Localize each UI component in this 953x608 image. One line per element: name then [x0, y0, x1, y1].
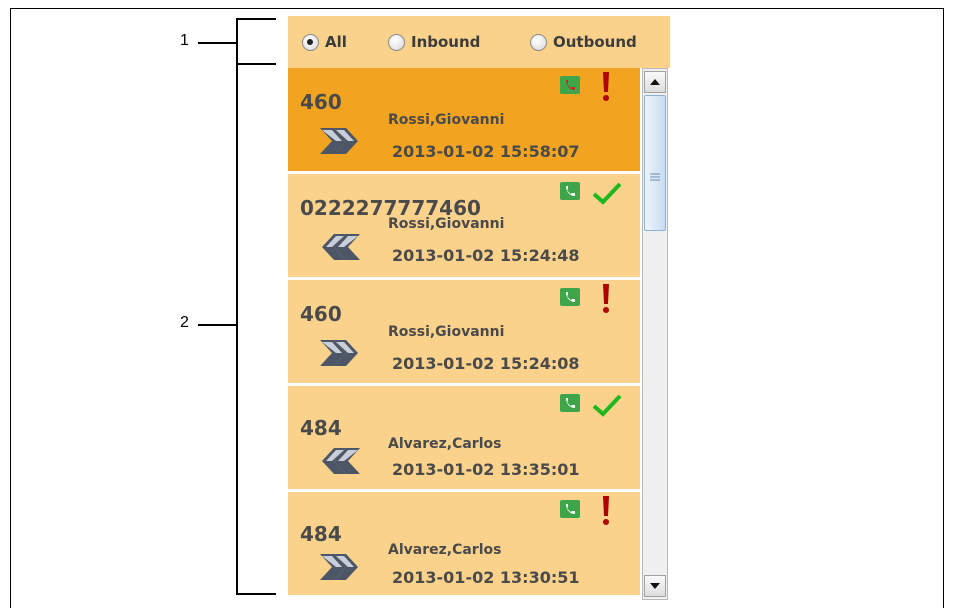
call-number: 484: [300, 416, 342, 440]
chevron-down-icon: [650, 583, 660, 589]
caller-name: Alvarez,Carlos: [388, 436, 502, 452]
grip-icon: [650, 173, 660, 181]
direction-filter-bar: All Inbound Outbound: [288, 16, 670, 68]
radio-checked-icon: [302, 33, 319, 51]
filter-all-radio[interactable]: All: [302, 33, 347, 51]
chevron-up-icon: [650, 79, 660, 85]
callout-bracket-1-top: [236, 18, 276, 20]
callout-bracket-1-bottom: [236, 63, 276, 65]
exclamation-icon: [603, 496, 609, 525]
filter-inbound-radio[interactable]: Inbound: [388, 33, 480, 51]
call-log-widget: All Inbound Outbound 460 Rossi,Giovanni …: [288, 16, 670, 600]
call-timestamp: 2013-01-02 13:30:51: [392, 568, 580, 587]
outbound-arrow-icon: [320, 554, 358, 580]
callout-bracket-2-bottom: [236, 593, 276, 595]
callout-bracket-1: [236, 18, 238, 64]
call-row[interactable]: 460 Rossi,Giovanni 2013-01-02 15:24:08: [288, 280, 640, 386]
phone-icon: [560, 500, 580, 518]
phone-icon: [560, 394, 580, 412]
scrollbar-thumb[interactable]: [644, 95, 666, 231]
callout-label-1: 1: [180, 32, 189, 49]
phone-icon: [560, 288, 580, 306]
call-timestamp: 2013-01-02 15:24:08: [392, 354, 580, 373]
call-timestamp: 2013-01-02 15:58:07: [392, 142, 580, 161]
callout-line-2: [198, 324, 236, 326]
radio-unchecked-icon: [388, 33, 405, 51]
call-number: 484: [300, 522, 342, 546]
filter-all-label: All: [325, 33, 347, 51]
caller-name: Rossi,Giovanni: [388, 324, 505, 340]
call-row[interactable]: 484 Alvarez,Carlos 2013-01-02 13:35:01: [288, 386, 640, 492]
call-timestamp: 2013-01-02 13:35:01: [392, 460, 580, 479]
outbound-arrow-icon: [320, 340, 358, 366]
phone-red-handset-icon: [560, 76, 580, 94]
call-list-scrollbar[interactable]: [642, 68, 668, 600]
callout-bracket-2: [236, 64, 238, 594]
callout-line-1: [198, 42, 236, 44]
call-timestamp: 2013-01-02 15:24:48: [392, 246, 580, 265]
call-list: 460 Rossi,Giovanni 2013-01-02 15:58:07 0…: [288, 68, 640, 600]
scroll-down-button[interactable]: [644, 575, 666, 597]
caller-name: Alvarez,Carlos: [388, 542, 502, 558]
caller-name: Rossi,Giovanni: [388, 216, 505, 232]
call-row[interactable]: 484 Alvarez,Carlos 2013-01-02 13:30:51: [288, 492, 640, 598]
call-row[interactable]: 460 Rossi,Giovanni 2013-01-02 15:58:07: [288, 68, 640, 174]
scroll-up-button[interactable]: [644, 71, 666, 93]
radio-unchecked-icon: [530, 33, 547, 51]
filter-outbound-radio[interactable]: Outbound: [530, 33, 637, 51]
checkmark-icon: [592, 182, 622, 205]
call-number: 460: [300, 302, 342, 326]
callout-label-2: 2: [180, 314, 189, 331]
caller-name: Rossi,Giovanni: [388, 112, 505, 128]
checkmark-icon: [592, 394, 622, 417]
exclamation-icon: [603, 72, 609, 101]
call-row[interactable]: 0222277777460 Rossi,Giovanni 2013-01-02 …: [288, 174, 640, 280]
exclamation-icon: [603, 284, 609, 313]
inbound-arrow-icon: [322, 448, 360, 474]
phone-icon: [560, 182, 580, 200]
inbound-arrow-icon: [322, 234, 360, 260]
filter-inbound-label: Inbound: [411, 33, 481, 51]
filter-outbound-label: Outbound: [553, 33, 637, 51]
call-number: 460: [300, 90, 342, 114]
outbound-arrow-icon: [320, 128, 358, 154]
